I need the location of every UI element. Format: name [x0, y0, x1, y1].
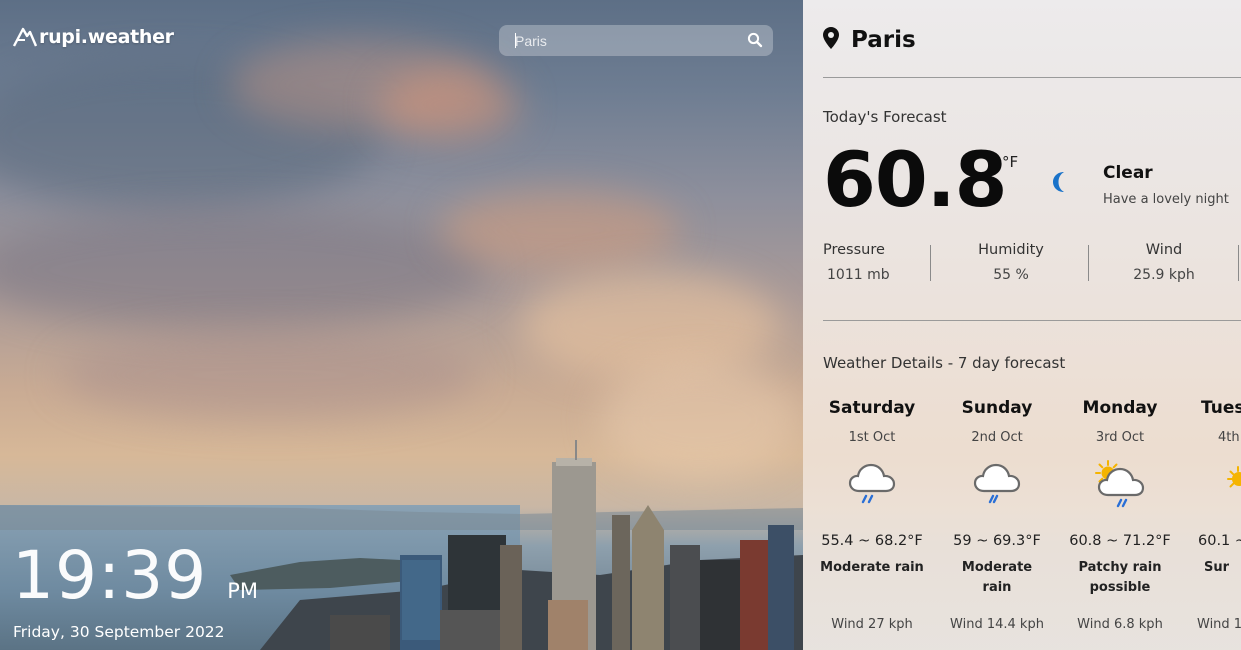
search-bar[interactable] — [499, 25, 773, 56]
forecast-day-card[interactable]: Monday 3rd Oct 60.8 ~ 71.2°F Patchy rain… — [1065, 398, 1175, 632]
mountain-logo-icon — [12, 26, 38, 48]
current-condition: Clear — [1103, 163, 1153, 183]
day-name: Monday — [1082, 398, 1158, 418]
clock-date: Friday, 30 September 2022 — [13, 623, 225, 641]
day-wind: Wind 27 kph — [831, 617, 913, 632]
forecast-heading: Weather Details - 7 day forecast — [823, 354, 1066, 372]
day-date: 4th — [1218, 430, 1240, 445]
clock-time: 19:39 — [12, 537, 208, 614]
day-wind: Wind 14.4 kph — [950, 617, 1044, 632]
moon-icon — [1050, 170, 1070, 198]
city-name: Paris — [851, 27, 916, 53]
weather-panel: Paris Today's Forecast 60.8 °F Clear Hav… — [803, 0, 1241, 650]
day-date: 3rd Oct — [1095, 430, 1145, 445]
stat-label: Pressure — [823, 242, 885, 258]
day-condition: Patchy rain possible — [1078, 560, 1162, 595]
day-name: Sunday — [961, 398, 1033, 418]
search-icon[interactable] — [747, 32, 763, 53]
day-condition: Sur — [1204, 560, 1230, 575]
forecast-day-card[interactable]: Saturday 1st Oct 55.4 ~ 68.2°F Moderate … — [817, 398, 927, 632]
day-date: 1st Oct — [848, 430, 896, 445]
sun-rain-cloud-icon — [1065, 459, 1175, 519]
stat-value: 55 % — [993, 267, 1029, 283]
stat-divider — [1238, 245, 1239, 281]
current-temperature: 60.8 — [823, 135, 1008, 224]
stat-label: Humidity — [978, 242, 1044, 258]
text-cursor — [515, 33, 516, 48]
day-wind: Wind 6.8 kph — [1077, 617, 1163, 632]
day-wind: Wind 1 — [1197, 617, 1241, 632]
stat-label: Wind — [1145, 242, 1183, 258]
day-name: Saturday — [828, 398, 916, 418]
stat-divider — [930, 245, 931, 281]
stat-value: 1011 mb — [827, 267, 890, 283]
divider — [823, 77, 1241, 78]
app-logo-text: rupi.weather — [39, 26, 174, 48]
stat-value: 25.9 kph — [1133, 267, 1195, 283]
day-temperature-range: 59 ~ 69.3°F — [953, 533, 1041, 549]
rain-cloud-icon — [817, 459, 927, 519]
stat-humidity: Humidity 55 % — [951, 242, 1071, 283]
condition-message: Have a lovely night — [1103, 192, 1229, 207]
clock-ampm: PM — [227, 579, 258, 603]
stat-divider — [1088, 245, 1089, 281]
day-condition: Moderate rain — [820, 560, 924, 575]
todays-forecast-heading: Today's Forecast — [823, 108, 947, 126]
app-logo[interactable]: rupi.weather — [12, 26, 174, 48]
forecast-day-card[interactable]: Sunday 2nd Oct 59 ~ 69.3°F Moderate rain… — [942, 398, 1052, 632]
map-pin-icon — [823, 27, 839, 53]
search-input[interactable] — [515, 32, 735, 49]
day-temperature-range: 60.8 ~ 71.2°F — [1069, 533, 1171, 549]
temperature-unit: °F — [1002, 153, 1019, 171]
clock-widget: 19:39 PM Friday, 30 September 2022 — [12, 537, 258, 642]
divider — [823, 320, 1241, 321]
location-header: Paris — [823, 27, 916, 53]
day-temperature-range: 55.4 ~ 68.2°F — [821, 533, 923, 549]
forecast-day-card[interactable]: Tues 4th 60.1 ~ Sur Wind 1 — [1188, 398, 1241, 632]
day-date: 2nd Oct — [971, 430, 1023, 445]
day-temperature-range: 60.1 ~ — [1198, 533, 1241, 549]
day-condition: Moderate rain — [961, 560, 1033, 595]
stat-wind: Wind 25.9 kph — [1104, 242, 1224, 283]
rain-cloud-icon — [942, 459, 1052, 519]
sun-icon — [1224, 459, 1241, 519]
stat-pressure: Pressure 1011 mb — [823, 242, 943, 283]
day-name: Tues — [1201, 398, 1241, 418]
